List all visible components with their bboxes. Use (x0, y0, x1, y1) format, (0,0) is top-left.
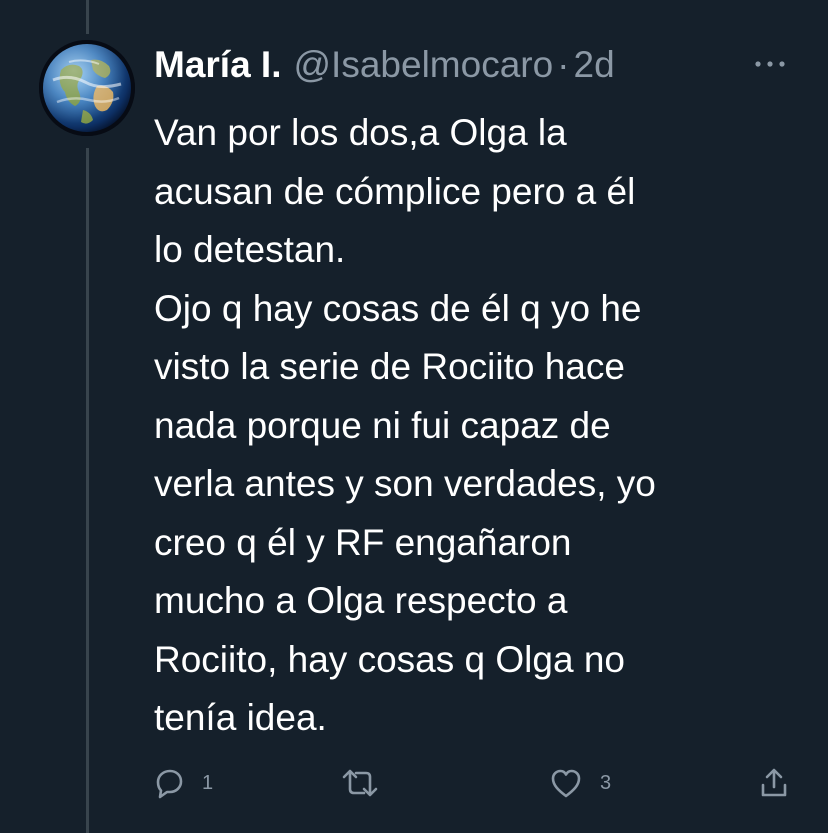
tweet-header: María I. @Isabelmocaro · 2d (154, 40, 615, 90)
reply-icon (156, 769, 183, 799)
share-icon (761, 768, 787, 797)
tweet-text: Van por los dos,a Olga la acusan de cómp… (154, 112, 656, 738)
retweet-icon (342, 769, 378, 797)
more-icon (755, 61, 785, 67)
display-name[interactable]: María I. (154, 40, 282, 90)
share-button[interactable] (756, 760, 808, 806)
thread-line-top (86, 0, 89, 34)
earth-globe-avatar-icon (39, 40, 135, 136)
tweet-actions: 1 3 (150, 760, 800, 806)
avatar[interactable] (39, 40, 135, 136)
more-button[interactable] (748, 50, 792, 78)
like-button[interactable]: 3 (548, 760, 611, 806)
retweet-button[interactable] (340, 760, 396, 806)
timestamp[interactable]: 2d (574, 40, 615, 90)
heart-icon (551, 769, 581, 798)
reply-button[interactable]: 1 (150, 760, 213, 806)
thread-line-bottom (86, 148, 89, 833)
like-count: 3 (600, 771, 612, 794)
user-handle[interactable]: @Isabelmocaro (294, 40, 554, 90)
reply-count: 1 (202, 771, 214, 794)
separator-dot: · (557, 44, 570, 85)
